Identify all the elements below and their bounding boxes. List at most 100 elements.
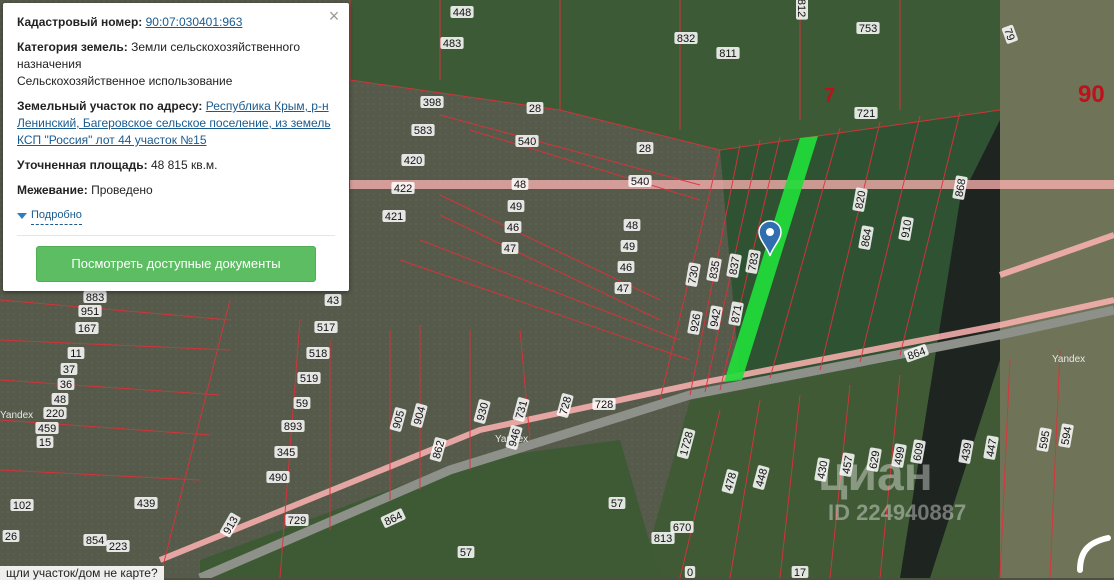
plot-number-label: 483 [440,37,464,50]
plot-number-label: 28 [526,102,544,115]
cadastral-number-link[interactable]: 90:07:030401:963 [146,15,243,29]
plot-number-text: 0 [687,567,693,578]
survey-value: Проведено [91,183,153,197]
plot-number-text: 28 [639,143,651,155]
plot-number-label: 36 [57,378,75,391]
watermark-id: ID 224940887 [828,500,966,525]
plot-number-label: 49 [507,200,525,213]
plot-number-label: 540 [515,135,539,148]
plot-number-label: 540 [628,175,652,188]
plot-number-text: 583 [414,125,432,137]
plot-number-text: 49 [623,241,635,253]
plot-number-text: 422 [394,183,412,195]
details-label: Подробно [31,207,82,225]
plot-number-text: 36 [60,379,72,391]
plot-number-text: 832 [677,33,695,45]
plot-number-text: 812 [795,0,807,17]
category-label: Категория земель: [17,40,128,54]
category-use: Сельскохозяйственное использование [17,74,233,88]
plot-number-text: 17 [794,567,806,578]
plot-number-label: 48 [511,178,529,191]
plot-number-text: 102 [13,500,31,512]
plot-number-text: 448 [453,7,471,19]
plot-number-text: 345 [277,447,295,459]
plot-number-label: 490 [266,471,290,484]
plot-number-label: 220 [43,407,67,420]
plot-number-text: 951 [81,306,99,318]
plot-number-text: 729 [288,515,306,527]
plot-number-label: 811 [716,47,740,60]
plot-number-label: 459 [35,422,59,435]
plot-number-text: 670 [673,522,691,534]
plot-number-text: 753 [859,23,877,35]
plot-number-text: 893 [284,421,302,433]
plot-number-label: 854 [83,534,107,547]
plot-number-text: 811 [719,48,737,60]
plot-number-text: 26 [5,531,17,543]
plot-number-text: 49 [510,201,522,213]
plot-number-label: 57 [608,497,626,510]
plot-number-label: 729 [285,514,309,527]
plot-number-text: 223 [109,541,127,553]
category-row: Категория земель: Земли сельскохозяйстве… [17,39,335,90]
plot-number-label: 59 [293,397,311,410]
area-row: Уточненная площадь: 48 815 кв.м. [17,157,335,174]
plot-number-label: 753 [856,22,880,35]
plot-number-text: 48 [514,179,526,191]
plot-number-label: 421 [382,210,406,223]
plot-number-text: 398 [423,97,441,109]
address-row: Земельный участок по адресу: Республика … [17,98,335,149]
area-value: 48 815 кв.м. [150,158,218,172]
plot-number-label: 46 [617,261,635,274]
plot-number-label: 0 [684,566,696,578]
plot-number-text: 517 [317,322,335,334]
plot-number-text: 167 [78,323,96,335]
plot-number-text: 721 [857,108,875,120]
plot-number-label: 57 [457,546,475,559]
plot-number-text: 519 [300,373,318,385]
plot-number-label: 518 [306,347,330,360]
plot-number-label: 832 [674,32,698,45]
parcel-info-popup: × Кадастровый номер: 90:07:030401:963 Ка… [3,3,349,291]
details-toggle[interactable]: Подробно [17,207,335,225]
plot-number-text: 518 [309,348,327,360]
plot-number-label: 15 [36,436,54,449]
plot-number-text: 483 [443,38,461,50]
plot-number-text: 57 [611,498,623,510]
plot-number-text: 48 [626,220,638,232]
plot-number-label: 26 [2,530,20,543]
plot-number-text: 48 [54,394,66,406]
plot-number-label: 812 [795,0,808,20]
plot-number-label: 46 [504,221,522,234]
region-label-90: 90 [1078,81,1105,108]
plot-number-text: 421 [385,211,403,223]
close-icon[interactable]: × [325,7,343,25]
yandex-mark-3: Yandex [0,410,33,421]
area-label: Уточненная площадь: [17,158,148,172]
plot-number-text: 439 [137,498,155,510]
plot-number-text: 43 [327,295,339,307]
plot-number-text: 47 [617,283,629,295]
plot-number-text: 37 [63,364,75,376]
plot-number-text: 46 [507,222,519,234]
plot-number-text: 420 [404,155,422,167]
plot-number-text: 854 [86,535,104,547]
plot-number-label: 102 [10,499,34,512]
plot-number-label: 448 [450,6,474,19]
plot-number-label: 48 [623,219,641,232]
plot-number-label: 398 [420,96,444,109]
map-corner-control-icon[interactable] [1066,520,1114,578]
plot-number-label: 49 [620,240,638,253]
plot-number-text: 11 [70,348,81,360]
plot-number-label: 728 [592,398,616,411]
triangle-down-icon [17,213,27,219]
plot-number-label: 167 [75,322,99,335]
cadastral-label: Кадастровый номер: [17,15,143,29]
survey-row: Межевание: Проведено [17,182,335,199]
address-label: Земельный участок по адресу: [17,99,203,113]
plot-number-text: 883 [86,292,104,304]
plot-number-label: 517 [314,321,338,334]
plot-number-label: 670 [670,521,694,534]
plot-number-label: 28 [636,142,654,155]
view-documents-button[interactable]: Посмотреть доступные документы [36,246,316,282]
